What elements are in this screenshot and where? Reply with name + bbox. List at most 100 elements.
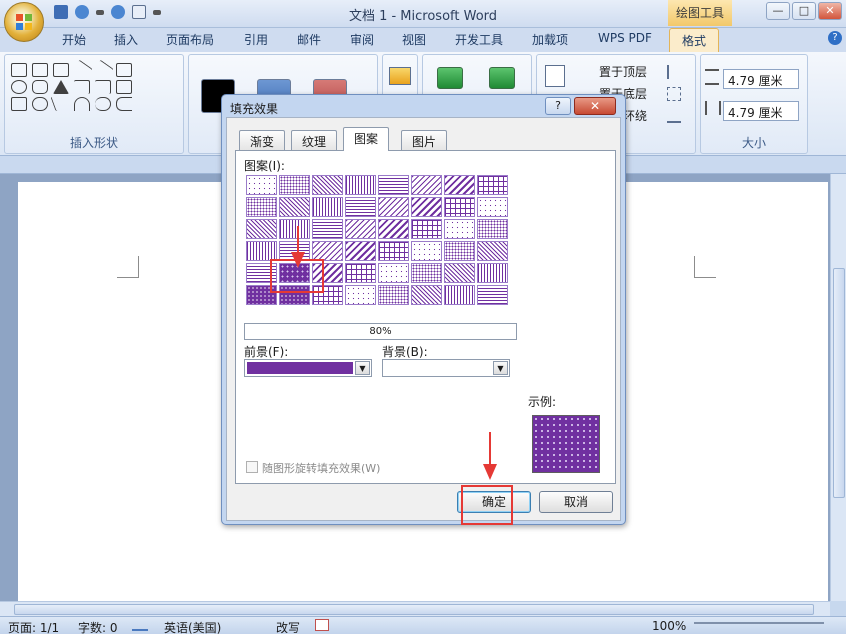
block-arrow-icon[interactable]	[116, 80, 132, 94]
overtype-indicator[interactable]: 改写	[276, 619, 300, 634]
tab-format[interactable]: 格式	[669, 28, 720, 52]
tab-view[interactable]: 视图	[402, 31, 426, 48]
zoom-slider[interactable]	[694, 622, 824, 624]
pattern-swatch[interactable]	[279, 175, 310, 195]
elbow-connector-icon[interactable]	[74, 80, 90, 94]
position-icon[interactable]	[545, 65, 565, 87]
chevron-down-icon[interactable]: ▼	[355, 361, 370, 375]
textbox-shape-icon[interactable]	[53, 63, 69, 77]
tab-developer[interactable]: 开发工具	[455, 31, 503, 48]
arc-shape-icon[interactable]	[74, 97, 90, 111]
lightning-shape-icon[interactable]	[50, 97, 72, 111]
pattern-swatch[interactable]	[444, 241, 475, 261]
foreground-color-select[interactable]: ▼	[244, 359, 372, 377]
minimize-button[interactable]: —	[766, 2, 790, 20]
pattern-swatch[interactable]	[246, 219, 277, 239]
pattern-swatch[interactable]	[345, 175, 376, 195]
pattern-swatch[interactable]	[444, 175, 475, 195]
pattern-swatch[interactable]	[312, 241, 343, 261]
align-icon[interactable]	[667, 65, 681, 79]
pattern-swatch[interactable]	[477, 285, 508, 305]
help-icon[interactable]: ?	[828, 31, 842, 45]
pattern-swatch[interactable]	[378, 285, 409, 305]
pattern-swatch[interactable]	[246, 241, 277, 261]
vertical-scroll-thumb[interactable]	[833, 268, 845, 498]
shadow-effects-icon[interactable]	[437, 67, 463, 89]
pattern-swatch[interactable]	[345, 263, 376, 283]
group-icon[interactable]	[667, 87, 681, 101]
zoom-level[interactable]: 100%	[652, 619, 686, 633]
rounded-rect-shape-icon[interactable]	[32, 80, 48, 94]
vertical-scrollbar[interactable]	[830, 174, 846, 601]
down-arrow-shape-icon[interactable]	[11, 97, 27, 111]
oval-shape-icon[interactable]	[11, 80, 27, 94]
pattern-swatch[interactable]	[477, 175, 508, 195]
dialog-help-button[interactable]: ?	[545, 97, 571, 115]
pattern-swatch[interactable]	[477, 263, 508, 283]
3d-effects-icon[interactable]	[489, 67, 515, 89]
pattern-swatch[interactable]	[345, 197, 376, 217]
pattern-swatch[interactable]	[378, 219, 409, 239]
pattern-swatch[interactable]	[411, 197, 442, 217]
page-count[interactable]: 页面: 1/1	[8, 619, 59, 634]
pattern-swatch[interactable]	[378, 263, 409, 283]
brace-shape-icon[interactable]	[116, 97, 132, 111]
pattern-swatch[interactable]	[312, 219, 343, 239]
elbow-arrow-icon[interactable]	[95, 80, 111, 94]
textbox-shape-icon[interactable]	[11, 63, 27, 77]
pattern-swatch[interactable]	[411, 263, 442, 283]
pattern-swatch[interactable]	[312, 175, 343, 195]
tab-add-ins[interactable]: 加载项	[532, 31, 568, 48]
pattern-swatch[interactable]	[411, 285, 442, 305]
tab-picture[interactable]: 图片	[401, 130, 448, 150]
pattern-swatch[interactable]	[444, 263, 475, 283]
text-wrap-button[interactable]: 环绕	[623, 107, 647, 124]
macro-record-icon[interactable]	[315, 619, 329, 631]
pattern-swatch[interactable]	[411, 175, 442, 195]
tab-texture[interactable]: 纹理	[291, 130, 338, 150]
tab-mailings[interactable]: 邮件	[297, 31, 321, 48]
tab-pattern[interactable]: 图案	[343, 127, 390, 151]
maximize-button[interactable]: □	[792, 2, 816, 20]
pattern-swatch[interactable]	[345, 285, 376, 305]
pattern-swatch[interactable]	[477, 219, 508, 239]
tab-wps-pdf[interactable]: WPS PDF	[598, 31, 652, 45]
pattern-swatch[interactable]	[477, 197, 508, 217]
textbox-shape-icon[interactable]	[32, 63, 48, 77]
pattern-swatch[interactable]	[378, 175, 409, 195]
pattern-swatch[interactable]	[279, 197, 310, 217]
tab-page-layout[interactable]: 页面布局	[166, 31, 214, 48]
tab-insert[interactable]: 插入	[114, 31, 138, 48]
word-count[interactable]: 字数: 0	[78, 619, 118, 634]
office-button[interactable]	[4, 2, 44, 42]
curve-shape-icon[interactable]	[95, 97, 111, 111]
shape-gallery[interactable]	[11, 59, 134, 111]
pattern-swatch[interactable]	[378, 241, 409, 261]
chevron-down-icon[interactable]: ▼	[493, 361, 508, 375]
close-button[interactable]: ✕	[818, 2, 842, 20]
pattern-swatch[interactable]	[444, 285, 475, 305]
triangle-shape-icon[interactable]	[53, 80, 69, 94]
horizontal-scroll-thumb[interactable]	[14, 604, 814, 615]
pattern-swatch[interactable]	[378, 197, 409, 217]
pattern-swatch[interactable]	[444, 219, 475, 239]
cancel-button[interactable]: 取消	[539, 491, 613, 513]
pattern-swatch[interactable]	[477, 241, 508, 261]
pattern-swatch[interactable]	[444, 197, 475, 217]
rotate-with-shape-checkbox[interactable]	[246, 461, 258, 473]
pattern-swatch[interactable]	[411, 241, 442, 261]
tab-references[interactable]: 引用	[244, 31, 268, 48]
fill-bucket-icon[interactable]	[389, 67, 411, 85]
bring-to-front-button[interactable]: 置于顶层	[599, 63, 647, 80]
pattern-swatch[interactable]	[246, 175, 277, 195]
pattern-swatch[interactable]	[345, 219, 376, 239]
tab-home[interactable]: 开始	[62, 31, 86, 48]
background-color-select[interactable]: ▼	[382, 359, 510, 377]
dialog-close-button[interactable]: ✕	[574, 97, 616, 115]
rotate-icon[interactable]	[667, 109, 681, 123]
shape-width-field[interactable]: 4.79 厘米	[723, 101, 799, 121]
arrow-shape-icon[interactable]	[92, 59, 114, 81]
tab-review[interactable]: 审阅	[350, 31, 374, 48]
horizontal-scrollbar[interactable]	[0, 601, 830, 616]
rectangle-shape-icon[interactable]	[116, 63, 132, 77]
